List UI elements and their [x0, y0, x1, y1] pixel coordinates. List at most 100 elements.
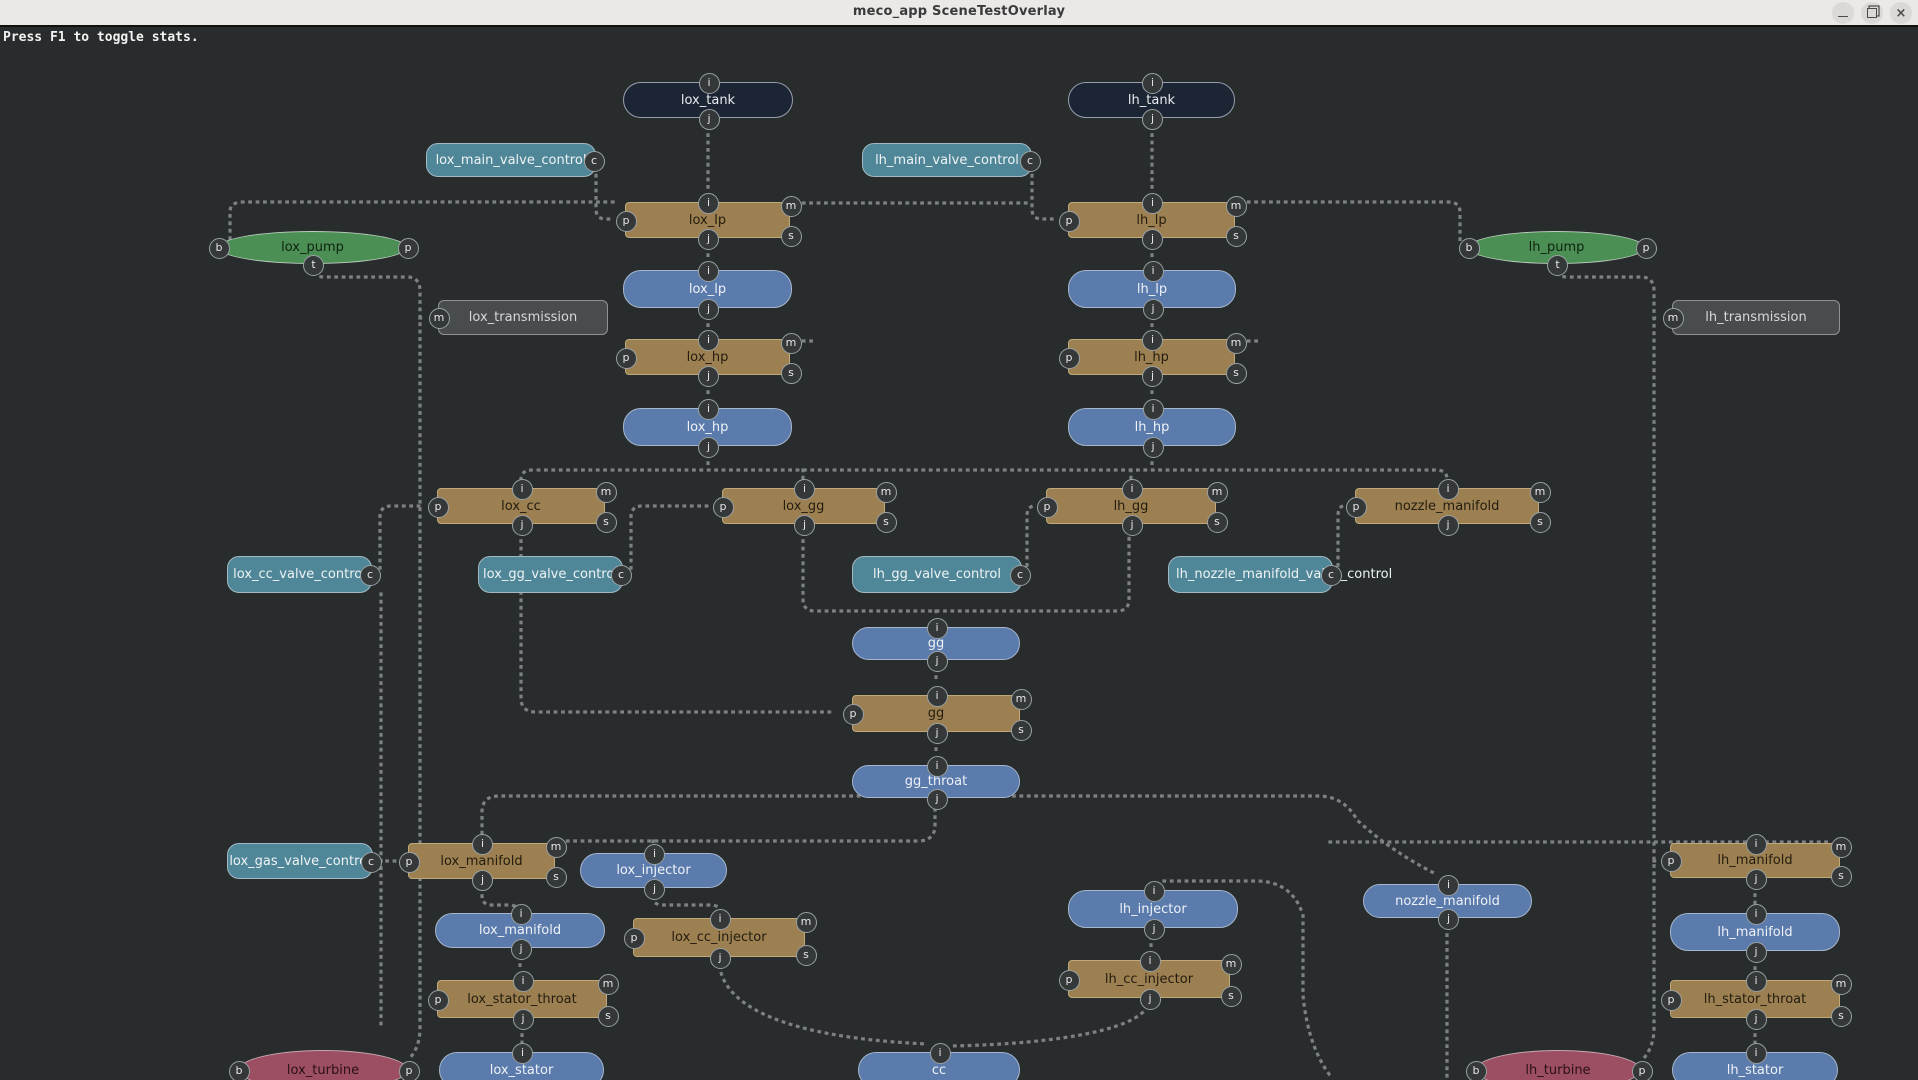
node-lh_lp_stage[interactable]: lh_lppimjs — [1068, 202, 1235, 238]
port-s[interactable]: s — [546, 867, 567, 888]
port-m[interactable]: m — [429, 308, 450, 329]
minimize-button[interactable] — [1832, 2, 1854, 24]
port-i[interactable]: i — [1746, 904, 1767, 925]
port-s[interactable]: s — [1226, 226, 1247, 247]
node-lh_nozzle_manifold_valve_control[interactable]: lh_nozzle_manifold_valve_controlc — [1168, 556, 1333, 593]
port-i[interactable]: i — [513, 971, 534, 992]
port-p[interactable]: p — [1037, 497, 1058, 518]
port-j[interactable]: j — [794, 515, 815, 536]
node-lh_stator[interactable]: lh_statori — [1672, 1052, 1838, 1080]
port-t[interactable]: t — [303, 255, 324, 276]
port-j[interactable]: j — [1142, 366, 1163, 387]
port-j[interactable]: j — [511, 939, 532, 960]
port-j[interactable]: j — [1746, 1009, 1767, 1030]
port-b[interactable]: b — [1466, 1061, 1487, 1080]
port-p[interactable]: p — [398, 238, 419, 259]
port-i[interactable]: i — [1142, 73, 1163, 94]
port-m[interactable]: m — [1226, 333, 1247, 354]
port-i[interactable]: i — [698, 261, 719, 282]
port-i[interactable]: i — [511, 904, 532, 925]
port-t[interactable]: t — [1547, 255, 1568, 276]
port-i[interactable]: i — [927, 618, 948, 639]
port-j[interactable]: j — [513, 1009, 534, 1030]
node-lox_injector[interactable]: lox_injectorij — [580, 853, 727, 888]
port-p[interactable]: p — [428, 497, 449, 518]
port-m[interactable]: m — [1530, 482, 1551, 503]
port-p[interactable]: p — [428, 990, 449, 1011]
port-m[interactable]: m — [781, 333, 802, 354]
port-m[interactable]: m — [1831, 974, 1852, 995]
port-s[interactable]: s — [1011, 720, 1032, 741]
port-p[interactable]: p — [1661, 990, 1682, 1011]
port-i[interactable]: i — [699, 73, 720, 94]
port-s[interactable]: s — [781, 363, 802, 384]
close-button[interactable]: × — [1890, 2, 1912, 24]
port-m[interactable]: m — [1226, 196, 1247, 217]
port-i[interactable]: i — [1746, 834, 1767, 855]
port-p[interactable]: p — [843, 704, 864, 725]
node-lox_stator[interactable]: lox_statori — [439, 1052, 604, 1080]
port-i[interactable]: i — [1143, 261, 1164, 282]
port-s[interactable]: s — [1831, 1006, 1852, 1027]
port-s[interactable]: s — [1221, 986, 1242, 1007]
node-nozzle_manifold_pipe[interactable]: nozzle_manifoldij — [1363, 884, 1532, 918]
node-lox_cc_valve_control[interactable]: lox_cc_valve_controlc — [227, 556, 372, 593]
node-lox_main_valve_control[interactable]: lox_main_valve_controlc — [426, 143, 596, 177]
port-p[interactable]: p — [616, 211, 637, 232]
node-lox_manifold_stage[interactable]: lox_manifoldpimjs — [408, 843, 555, 879]
port-s[interactable]: s — [1831, 866, 1852, 887]
port-p[interactable]: p — [399, 852, 420, 873]
port-j[interactable]: j — [699, 109, 720, 130]
port-j[interactable]: j — [1143, 437, 1164, 458]
port-i[interactable]: i — [644, 844, 665, 865]
node-lox_manifold_pipe[interactable]: lox_manifoldij — [435, 913, 605, 948]
port-p[interactable]: p — [624, 928, 645, 949]
port-b[interactable]: b — [229, 1061, 250, 1080]
port-i[interactable]: i — [1122, 479, 1143, 500]
port-m[interactable]: m — [546, 837, 567, 858]
port-s[interactable]: s — [598, 1006, 619, 1027]
port-m[interactable]: m — [1831, 837, 1852, 858]
port-p[interactable]: p — [1636, 238, 1657, 259]
port-i[interactable]: i — [1142, 330, 1163, 351]
graph-canvas[interactable]: lox_tankijlh_tankijlox_main_valve_contro… — [0, 0, 1918, 1080]
port-i[interactable]: i — [512, 479, 533, 500]
node-lox_cc_injector[interactable]: lox_cc_injectorpimjs — [633, 918, 805, 957]
node-lh_hp_pipe[interactable]: lh_hpij — [1068, 408, 1236, 446]
node-lox_gg[interactable]: lox_ggpimjs — [722, 488, 885, 524]
port-j[interactable]: j — [698, 229, 719, 250]
port-p[interactable]: p — [1632, 1061, 1653, 1080]
port-s[interactable]: s — [1207, 512, 1228, 533]
port-p[interactable]: p — [616, 348, 637, 369]
port-m[interactable]: m — [876, 482, 897, 503]
port-i[interactable]: i — [930, 1043, 951, 1064]
port-c[interactable]: c — [611, 565, 632, 586]
node-lh_transmission[interactable]: lh_transmissionm — [1672, 300, 1840, 335]
port-i[interactable]: i — [512, 1043, 533, 1064]
port-j[interactable]: j — [1142, 229, 1163, 250]
node-lh_gg_valve_control[interactable]: lh_gg_valve_controlc — [852, 556, 1022, 593]
port-i[interactable]: i — [1438, 479, 1459, 500]
port-j[interactable]: j — [927, 723, 948, 744]
port-j[interactable]: j — [1144, 919, 1165, 940]
node-lh_pump[interactable]: lh_pumpbpt — [1468, 231, 1645, 264]
node-gg_pipe[interactable]: ggij — [852, 627, 1020, 660]
port-s[interactable]: s — [1530, 512, 1551, 533]
port-c[interactable]: c — [361, 852, 382, 873]
port-p[interactable]: p — [1661, 851, 1682, 872]
port-c[interactable]: c — [584, 151, 605, 172]
node-lox_stator_throat[interactable]: lox_stator_throatpimjs — [437, 980, 607, 1018]
port-j[interactable]: j — [1746, 942, 1767, 963]
node-lox_hp_stage[interactable]: lox_hppimjs — [625, 339, 790, 375]
node-lh_gg[interactable]: lh_ggpimjs — [1046, 488, 1216, 524]
node-lh_cc_injector[interactable]: lh_cc_injectorpimjs — [1068, 960, 1230, 998]
node-gg_stage[interactable]: ggpimjs — [852, 695, 1020, 732]
node-lox_turbine[interactable]: lox_turbinebp — [238, 1050, 408, 1080]
port-i[interactable]: i — [698, 399, 719, 420]
port-j[interactable]: j — [1140, 989, 1161, 1010]
node-lox_tank[interactable]: lox_tankij — [623, 82, 793, 118]
port-i[interactable]: i — [1746, 971, 1767, 992]
port-m[interactable]: m — [1221, 954, 1242, 975]
node-lh_turbine[interactable]: lh_turbinebp — [1475, 1050, 1641, 1080]
port-j[interactable]: j — [472, 870, 493, 891]
